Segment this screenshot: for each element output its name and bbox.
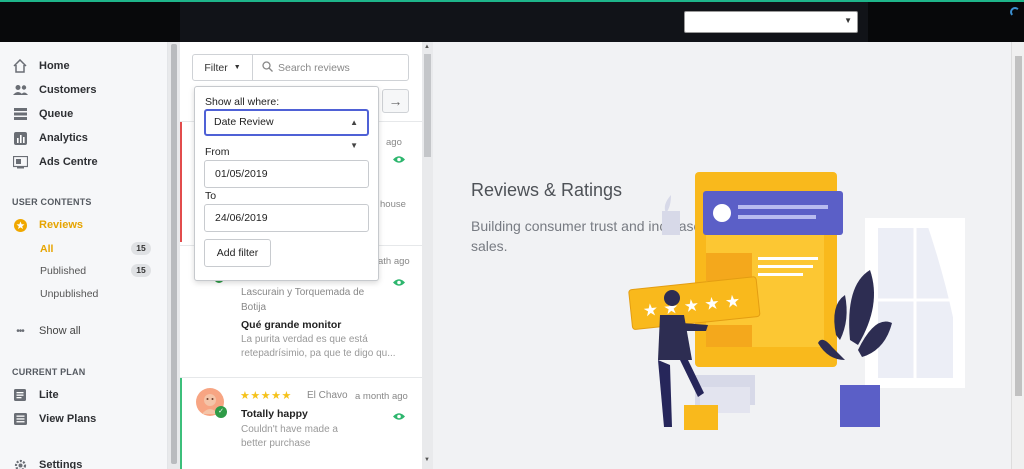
review-time: ath ago bbox=[378, 256, 410, 267]
filter-dropdown: Show all where: Date Review ▲ ▼ From 01/0… bbox=[194, 86, 379, 281]
sidebar-item-label: Lite bbox=[39, 389, 59, 401]
sidebar-sub-all[interactable]: All bbox=[40, 243, 53, 255]
sidebar-item-settings[interactable]: Settings bbox=[12, 456, 82, 469]
sidebar-item-home[interactable]: Home bbox=[12, 57, 70, 75]
avatar: ✓ bbox=[196, 388, 227, 418]
search-icon bbox=[262, 61, 273, 75]
list-icon bbox=[12, 412, 28, 426]
review-author: Lascurain y Torquemada de Botija bbox=[241, 287, 365, 313]
next-arrow-button[interactable]: → bbox=[382, 89, 409, 113]
more-dots-icon: ••• bbox=[16, 325, 25, 337]
sidebar-item-analytics[interactable]: Analytics bbox=[12, 129, 88, 147]
sidebar-item-label: Customers bbox=[39, 84, 97, 96]
select-updown-icon: ▲ ▼ bbox=[350, 118, 358, 150]
to-date-input[interactable]: 24/06/2019 bbox=[204, 204, 369, 232]
scrollbar-thumb[interactable] bbox=[1015, 56, 1022, 396]
top-bar-logo-area bbox=[0, 2, 180, 42]
filter-button[interactable]: Filter ▼ bbox=[193, 55, 253, 80]
star-icon bbox=[12, 218, 28, 232]
loading-spinner-icon bbox=[1010, 7, 1020, 17]
sidebar-item-reviews[interactable]: Reviews bbox=[12, 216, 83, 234]
section-current-plan: CURRENT PLAN bbox=[12, 367, 86, 377]
review-time: a month ago bbox=[355, 391, 408, 402]
top-bar: ▼ bbox=[0, 0, 1024, 42]
sidebar-item-customers[interactable]: Customers bbox=[12, 81, 96, 99]
sidebar-item-label: Settings bbox=[39, 459, 83, 469]
reviews-illustration: ★ ★ ★ ★ ★ bbox=[628, 172, 965, 430]
list-scrollbar[interactable]: ▲ ▼ bbox=[422, 42, 433, 469]
sidebar-item-queue[interactable]: Queue bbox=[12, 105, 73, 123]
sidebar-item-label: View Plans bbox=[39, 413, 97, 425]
sidebar-show-all[interactable]: ••• Show all bbox=[12, 322, 81, 340]
sidebar-sub-published[interactable]: Published bbox=[40, 265, 86, 277]
sidebar-item-label: Show all bbox=[39, 325, 81, 337]
status-marker bbox=[180, 122, 182, 242]
eye-icon[interactable] bbox=[393, 412, 405, 424]
sidebar-item-label: Ads Centre bbox=[39, 156, 98, 168]
sidebar-item-label: Analytics bbox=[39, 132, 88, 144]
review-time: ago bbox=[386, 137, 402, 148]
eye-icon[interactable] bbox=[393, 155, 405, 167]
sidebar-item-view-plans[interactable]: View Plans bbox=[12, 410, 96, 428]
from-date-input[interactable]: 01/05/2019 bbox=[204, 160, 369, 188]
plan-icon bbox=[12, 388, 28, 402]
caret-down-icon: ▼ bbox=[233, 64, 241, 71]
queue-icon bbox=[12, 107, 28, 121]
review-body: La purita verdad es que está retepadrísi… bbox=[241, 334, 396, 359]
count-badge: 15 bbox=[131, 264, 151, 277]
sidebar-item-ads-centre[interactable]: Ads Centre bbox=[12, 153, 98, 171]
add-filter-button[interactable]: Add filter bbox=[204, 239, 271, 267]
scroll-up-icon[interactable]: ▲ bbox=[424, 44, 430, 50]
sidebar-item-plan[interactable]: Lite bbox=[12, 386, 59, 404]
to-label: To bbox=[205, 190, 217, 202]
main-scrollbar[interactable] bbox=[1011, 42, 1024, 469]
filter-search-bar: Filter ▼ Search reviews bbox=[192, 54, 409, 81]
review-title[interactable]: Qué grande monitor bbox=[241, 319, 341, 331]
divider bbox=[180, 377, 422, 378]
verified-badge-icon: ✓ bbox=[215, 406, 227, 418]
review-author: El Chavo bbox=[307, 390, 348, 401]
eye-icon[interactable] bbox=[393, 278, 405, 290]
review-body: Couldn't have made a better purchase bbox=[241, 424, 338, 449]
top-bar-right-area bbox=[868, 2, 1024, 42]
sidebar-sub-unpublished[interactable]: Unpublished bbox=[40, 288, 98, 300]
gear-icon bbox=[12, 458, 28, 469]
filter-button-label: Filter bbox=[204, 61, 228, 74]
scrollbar-thumb[interactable] bbox=[171, 44, 177, 464]
section-user-contents: USER CONTENTS bbox=[12, 197, 92, 207]
ads-icon bbox=[12, 155, 28, 169]
sidebar-scrollbar[interactable] bbox=[168, 42, 180, 469]
analytics-icon bbox=[12, 131, 28, 145]
show-all-where-label: Show all where: bbox=[205, 96, 280, 108]
account-select[interactable]: ▼ bbox=[684, 11, 858, 33]
filter-field-select[interactable]: Date Review ▲ ▼ bbox=[204, 109, 369, 150]
from-label: From bbox=[205, 146, 230, 158]
scroll-down-icon[interactable]: ▼ bbox=[424, 457, 430, 463]
count-badge: 15 bbox=[131, 242, 151, 255]
sidebar-item-label: Reviews bbox=[39, 219, 84, 231]
chevron-down-icon: ▼ bbox=[844, 16, 852, 25]
scrollbar-thumb[interactable] bbox=[424, 54, 431, 157]
users-icon bbox=[12, 83, 28, 97]
sidebar-item-label: Home bbox=[39, 60, 70, 72]
rating-stars: ★★★★★ bbox=[240, 390, 292, 402]
review-title[interactable]: Totally happy bbox=[241, 408, 308, 420]
review-text-fragment: house bbox=[380, 199, 406, 210]
home-icon bbox=[12, 59, 28, 73]
filter-field-value: Date Review bbox=[214, 116, 274, 128]
status-marker bbox=[180, 378, 182, 469]
arrow-right-icon: → bbox=[388, 93, 403, 109]
sidebar-item-label: Queue bbox=[39, 108, 74, 120]
search-input[interactable]: Search reviews bbox=[278, 62, 350, 74]
